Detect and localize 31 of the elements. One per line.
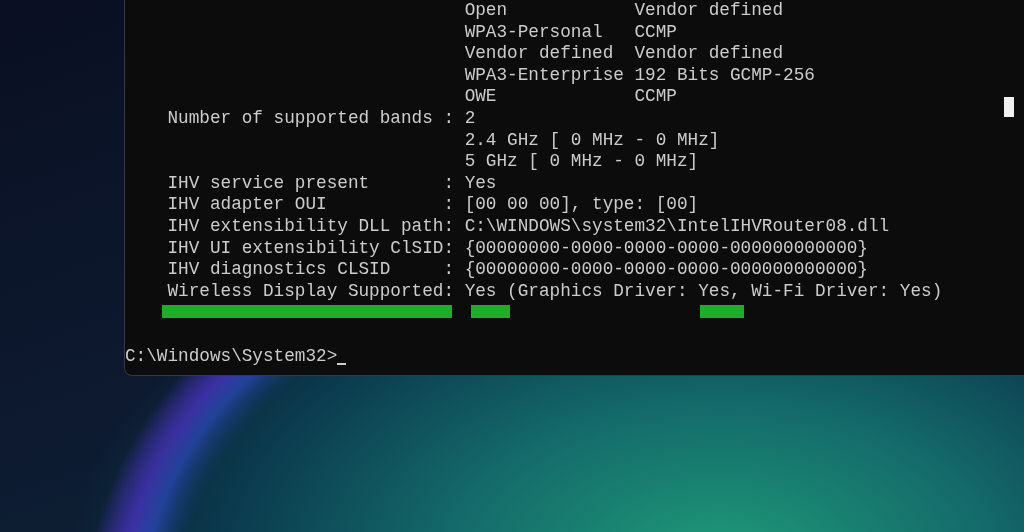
output-text: OWE xyxy=(464,86,498,108)
property-label: Number of supported bands : xyxy=(167,107,456,130)
property-label: IHV service present : xyxy=(167,172,456,195)
output-text: WPA3-Personal xyxy=(464,21,604,44)
property-label: IHV diagnostics CLSID : xyxy=(167,259,456,281)
property-label: IHV UI extensibility ClSID: xyxy=(167,237,456,260)
property-value: [00 00 00], type: [00] xyxy=(464,194,699,216)
property-label: IHV adapter OUI : xyxy=(167,194,456,216)
property-value: {00000000-0000-0000-0000-000000000000} xyxy=(464,237,868,260)
output-text: Open xyxy=(464,0,509,22)
output-text: CCMP xyxy=(634,21,677,44)
output-text: WPA3-Enterprise xyxy=(464,64,625,87)
property-value: 2 xyxy=(464,107,476,130)
highlight-bar xyxy=(471,305,510,319)
command-prompt: C:\Windows\System32> xyxy=(125,345,338,368)
scrollbar-thumb[interactable] xyxy=(1004,97,1014,117)
output-text: Vendor defined xyxy=(634,0,784,22)
property-value: Yes (Graphics Driver: Yes, Wi-Fi Driver: Yes) xyxy=(464,280,943,303)
highlight-bar xyxy=(700,305,744,319)
property-value: C:\WINDOWS\system32\IntelIHVRouter08.dll xyxy=(464,215,890,238)
text-cursor xyxy=(337,363,347,366)
output-text: CCMP xyxy=(634,86,677,108)
property-label: IHV extensibility DLL path: xyxy=(167,215,456,238)
output-text: 192 Bits GCMP-256 xyxy=(634,64,815,87)
output-text: Vendor defined xyxy=(634,43,784,65)
property-value: 5 GHz [ 0 MHz - 0 MHz] xyxy=(464,151,699,173)
property-value: {00000000-0000-0000-0000-000000000000} xyxy=(464,259,868,281)
property-value: 2.4 GHz [ 0 MHz - 0 MHz] xyxy=(464,129,720,152)
output-text: Vendor defined xyxy=(464,43,615,65)
property-label: Wireless Display Supported: xyxy=(167,280,456,303)
property-value: Yes xyxy=(464,172,497,195)
